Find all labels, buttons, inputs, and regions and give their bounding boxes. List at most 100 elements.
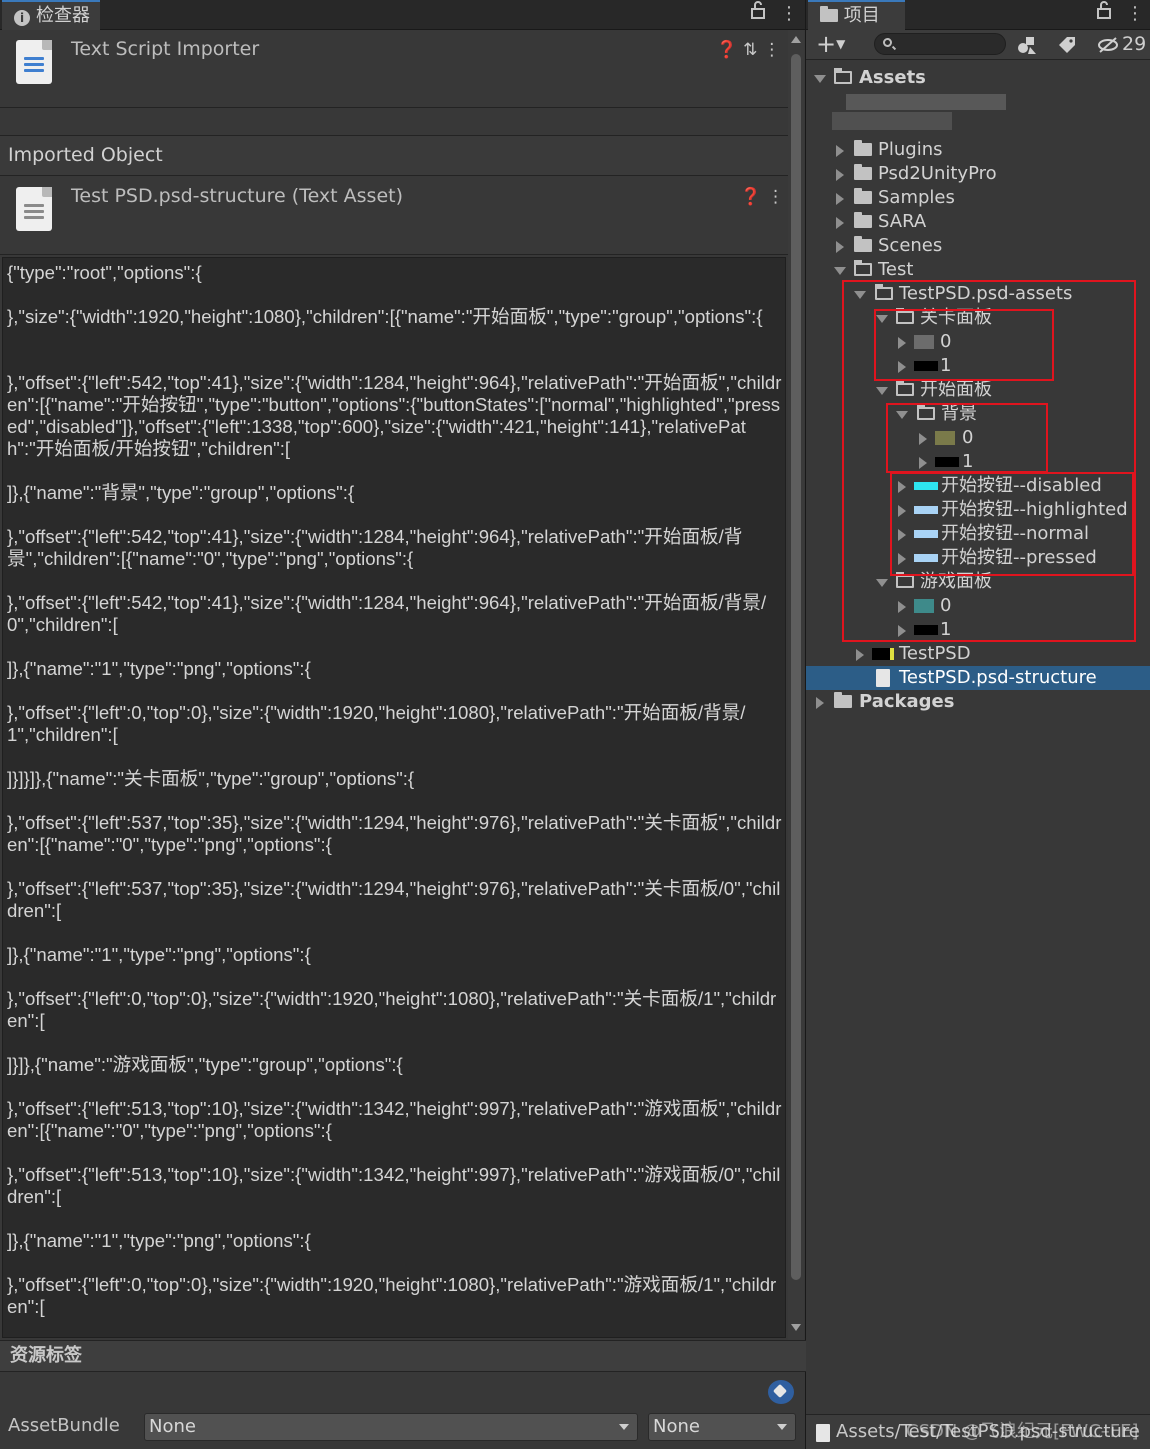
project-tree[interactable]: Assets Plugins Psd2UnityPro Samples SARA — [806, 60, 1150, 1410]
expand-arrow-icon[interactable] — [876, 579, 888, 587]
spacer-row — [0, 108, 788, 136]
expand-arrow-icon[interactable] — [898, 481, 906, 493]
expand-arrow-icon[interactable] — [898, 601, 906, 613]
tree-item-sprite[interactable]: 0 — [806, 426, 1150, 450]
tree-item-label: SARA — [878, 211, 927, 232]
tree-item-psd2unitypro[interactable]: Psd2UnityPro — [806, 162, 1150, 186]
text-line: },"offset":{"left":513,"top":10},"size":… — [7, 1098, 782, 1141]
text-line: ]}]},{"name":"游戏面板","type":"group","opti… — [7, 1054, 403, 1075]
expand-arrow-icon[interactable] — [919, 433, 927, 445]
tree-item-testpsd-assets[interactable]: TestPSD.psd-assets — [806, 282, 1150, 306]
tree-item-sprite[interactable]: 1 — [806, 618, 1150, 642]
project-tab-label: 项目 — [843, 5, 880, 26]
kebab-menu-icon[interactable]: ⋮ — [763, 40, 786, 60]
filter-by-label-icon[interactable] — [1056, 34, 1078, 56]
tree-item-sprite[interactable]: 0 — [806, 594, 1150, 618]
expand-arrow-icon[interactable] — [919, 457, 927, 469]
tree-item-background[interactable]: 背景 — [806, 402, 1150, 426]
help-icon[interactable]: ❓ — [740, 187, 767, 207]
open-folder-icon — [896, 308, 914, 324]
tree-item-label: 1 — [962, 451, 974, 472]
tree-item-label: Scenes — [878, 235, 943, 256]
sprite-thumbnail-icon — [935, 431, 955, 445]
expand-arrow-icon[interactable] — [896, 411, 908, 419]
expand-arrow-icon[interactable] — [898, 529, 906, 541]
psd-thumbnail-icon — [872, 648, 894, 660]
text-line: ]},{"name":"1","type":"png","options":{ — [7, 658, 311, 679]
expand-arrow-icon[interactable] — [876, 387, 888, 395]
tree-item-scenes[interactable]: Scenes — [806, 234, 1150, 258]
tree-item-button-disabled[interactable]: 开始按钮--disabled — [806, 474, 1150, 498]
expand-arrow-icon[interactable] — [854, 291, 866, 299]
expand-arrow-icon[interactable] — [898, 553, 906, 565]
text-asset-icon — [816, 1424, 830, 1442]
expand-arrow-icon[interactable] — [816, 697, 824, 709]
tree-item-label: 开始按钮--normal — [941, 523, 1090, 544]
expand-arrow-icon[interactable] — [898, 361, 906, 373]
kebab-menu-icon[interactable]: ⋮ — [767, 187, 790, 207]
preset-icon[interactable]: ⇅ — [743, 40, 763, 60]
tree-item-testpsd[interactable]: TestPSD — [806, 642, 1150, 666]
expand-arrow-icon[interactable] — [898, 505, 906, 517]
expand-arrow-icon[interactable] — [814, 75, 826, 83]
assetbundle-variant-dropdown[interactable]: None — [648, 1413, 796, 1441]
expand-arrow-icon[interactable] — [836, 217, 844, 229]
tag-icon[interactable] — [768, 1380, 794, 1404]
expand-arrow-icon[interactable] — [834, 267, 846, 275]
tree-item-button-normal[interactable]: 开始按钮--normal — [806, 522, 1150, 546]
inspector-scrollbar[interactable] — [788, 30, 804, 1340]
folder-icon — [820, 6, 838, 22]
tree-item-sprite[interactable]: 1 — [806, 450, 1150, 474]
assetbundle-name-dropdown[interactable]: None — [144, 1413, 638, 1441]
expand-arrow-icon[interactable] — [876, 315, 888, 323]
help-icon[interactable]: ❓ — [716, 40, 743, 60]
tree-item-sprite[interactable]: 1 — [806, 354, 1150, 378]
expand-arrow-icon[interactable] — [836, 193, 844, 205]
tree-item-samples[interactable]: Samples — [806, 186, 1150, 210]
tree-item-sara[interactable]: SARA — [806, 210, 1150, 234]
scroll-down-arrow-icon[interactable] — [791, 1324, 801, 1331]
tree-item-plugins[interactable]: Plugins — [806, 138, 1150, 162]
text-line: },"offset":{"left":537,"top":35},"size":… — [7, 878, 781, 921]
text-line: },"size":{"width":1920,"height":1080},"c… — [7, 306, 763, 327]
kebab-menu-icon[interactable]: ⋮ — [1126, 0, 1144, 30]
tree-item-level-panel[interactable]: 关卡面板 — [806, 306, 1150, 330]
tree-item-packages[interactable]: Packages — [806, 690, 1150, 714]
scroll-up-arrow-icon[interactable] — [791, 36, 801, 43]
tree-item-test[interactable]: Test — [806, 258, 1150, 282]
expand-arrow-icon[interactable] — [898, 337, 906, 349]
tree-item-label: Plugins — [878, 139, 943, 160]
tree-item-testpsd-structure[interactable]: TestPSD.psd-structure — [806, 666, 1150, 690]
expand-arrow-icon[interactable] — [836, 241, 844, 253]
tree-item-assets[interactable]: Assets — [806, 66, 1150, 90]
text-preview[interactable]: {"type":"root","options":{ },"size":{"wi… — [2, 257, 786, 1338]
filter-by-type-icon[interactable] — [1016, 34, 1038, 56]
open-folder-icon — [917, 404, 935, 420]
hidden-packages-icon[interactable] — [1096, 34, 1120, 56]
tree-item-button-highlighted[interactable]: 开始按钮--highlighted — [806, 498, 1150, 522]
create-button[interactable]: +▼ — [816, 31, 845, 57]
tree-item-game-panel[interactable]: 游戏面板 — [806, 570, 1150, 594]
lock-icon[interactable] — [750, 0, 766, 30]
kebab-menu-icon[interactable]: ⋮ — [780, 0, 798, 30]
text-asset-icon — [16, 187, 52, 231]
assetbundle-name-value: None — [149, 1416, 196, 1437]
tree-item-start-panel[interactable]: 开始面板 — [806, 378, 1150, 402]
text-asset-icon — [876, 669, 890, 687]
expand-arrow-icon[interactable] — [898, 625, 906, 637]
tab-project[interactable]: 项目 — [808, 0, 905, 30]
tree-item-label: 游戏面板 — [920, 571, 992, 592]
expand-arrow-icon[interactable] — [836, 145, 844, 157]
expand-arrow-icon[interactable] — [856, 649, 864, 661]
folder-icon — [854, 164, 872, 180]
scrollbar-thumb[interactable] — [791, 54, 801, 1280]
lock-icon[interactable] — [1096, 0, 1112, 30]
tab-inspector[interactable]: i 检查器 — [2, 0, 100, 30]
search-input[interactable] — [874, 33, 1006, 55]
expand-arrow-icon[interactable] — [836, 169, 844, 181]
tree-item-button-pressed[interactable]: 开始按钮--pressed — [806, 546, 1150, 570]
sprite-thumbnail-icon — [914, 554, 938, 562]
tree-item-sprite[interactable]: 0 — [806, 330, 1150, 354]
text-line: ]}]}]},{"name":"关卡面板","type":"group","op… — [7, 768, 415, 789]
path-bar: Assets/Test/TestPSD.psd-structure CSDN @… — [806, 1414, 1150, 1449]
